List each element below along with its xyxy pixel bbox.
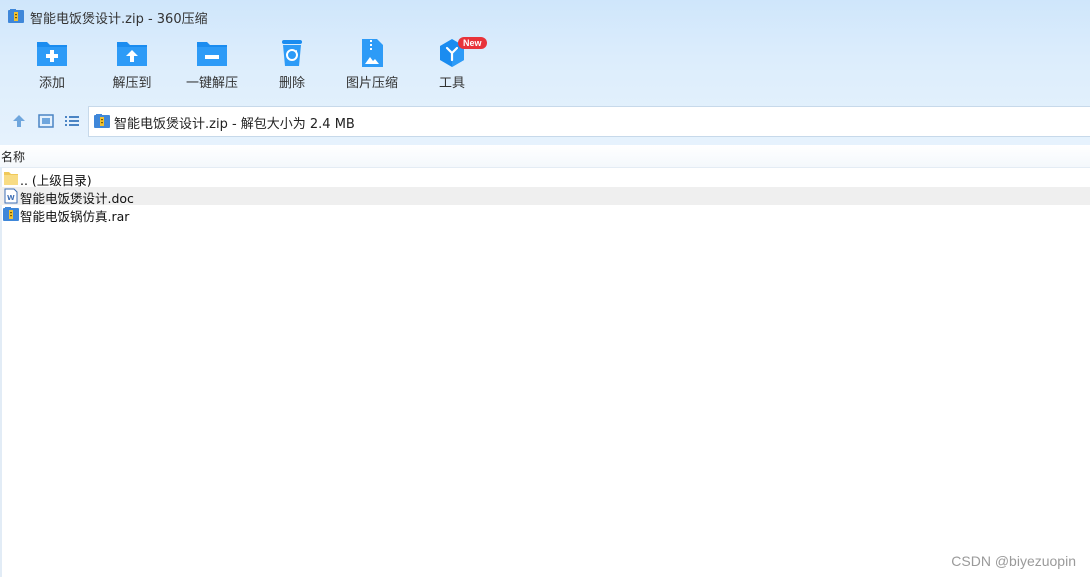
zip-archive-icon xyxy=(94,114,110,128)
image-compress-icon xyxy=(362,39,383,67)
list-item-label: 智能电饭锅仿真.rar xyxy=(20,209,130,224)
add-folder-icon xyxy=(37,42,67,66)
one-click-extract-button[interactable]: 一键解压 xyxy=(172,38,252,98)
extract-to-button[interactable]: 解压到 xyxy=(92,38,172,98)
header-area: 智能电饭煲设计.zip - 360压缩 添加 解压到 一键解压 删除 图片压缩 … xyxy=(0,0,1090,145)
rar-archive-icon xyxy=(3,207,19,221)
file-list: 名称 .. (上级目录) W 智能电饭煲设计.doc 智能电饭锅仿真.rar xyxy=(0,145,1090,577)
delete-button[interactable]: 删除 xyxy=(252,38,332,98)
app-window: 智能电饭煲设计.zip - 360压缩 添加 解压到 一键解压 删除 图片压缩 … xyxy=(0,0,1090,577)
toolbar: 添加 解压到 一键解压 删除 图片压缩 New 工具 xyxy=(0,32,1090,102)
one-click-extract-label: 一键解压 xyxy=(185,76,238,91)
title-bar: 智能电饭煲设计.zip - 360压缩 xyxy=(0,0,1090,32)
path-bar[interactable]: 智能电饭煲设计.zip - 解包大小为 2.4 MB xyxy=(88,106,1090,137)
word-document-icon: W xyxy=(4,188,18,204)
thumbnail-view-icon[interactable] xyxy=(38,113,54,129)
extract-to-label: 解压到 xyxy=(112,76,152,91)
column-header-name[interactable]: 名称 xyxy=(0,145,1090,168)
column-name-label: 名称 xyxy=(1,150,26,164)
image-compress-label: 图片压缩 xyxy=(345,76,398,91)
list-item-rar[interactable]: 智能电饭锅仿真.rar xyxy=(0,205,1090,224)
list-left-border xyxy=(0,167,2,577)
extract-to-icon xyxy=(117,42,147,66)
parent-folder-icon xyxy=(4,172,18,185)
tools-label: 工具 xyxy=(438,76,465,91)
svg-text:W: W xyxy=(7,194,15,202)
watermark: CSDN @biyezuopin xyxy=(951,553,1076,569)
image-compress-button[interactable]: 图片压缩 xyxy=(332,38,412,98)
delete-label: 删除 xyxy=(278,76,305,91)
delete-trash-icon xyxy=(282,40,302,66)
add-label: 添加 xyxy=(38,76,65,91)
list-view-icon[interactable] xyxy=(64,113,80,129)
new-badge: New xyxy=(458,37,487,49)
up-arrow-icon[interactable] xyxy=(11,113,27,129)
tools-button[interactable]: New 工具 xyxy=(412,37,492,98)
add-button[interactable]: 添加 xyxy=(12,38,92,98)
list-item-parent[interactable]: .. (上级目录) xyxy=(0,169,1090,188)
navigation-bar: 智能电饭煲设计.zip - 解包大小为 2.4 MB xyxy=(0,106,1090,137)
list-item-doc[interactable]: W 智能电饭煲设计.doc xyxy=(0,187,1090,206)
window-title: 智能电饭煲设计.zip - 360压缩 xyxy=(30,12,208,27)
archive-app-icon xyxy=(8,9,24,23)
path-text: 智能电饭煲设计.zip - 解包大小为 2.4 MB xyxy=(114,117,355,132)
one-click-extract-icon xyxy=(197,42,227,66)
